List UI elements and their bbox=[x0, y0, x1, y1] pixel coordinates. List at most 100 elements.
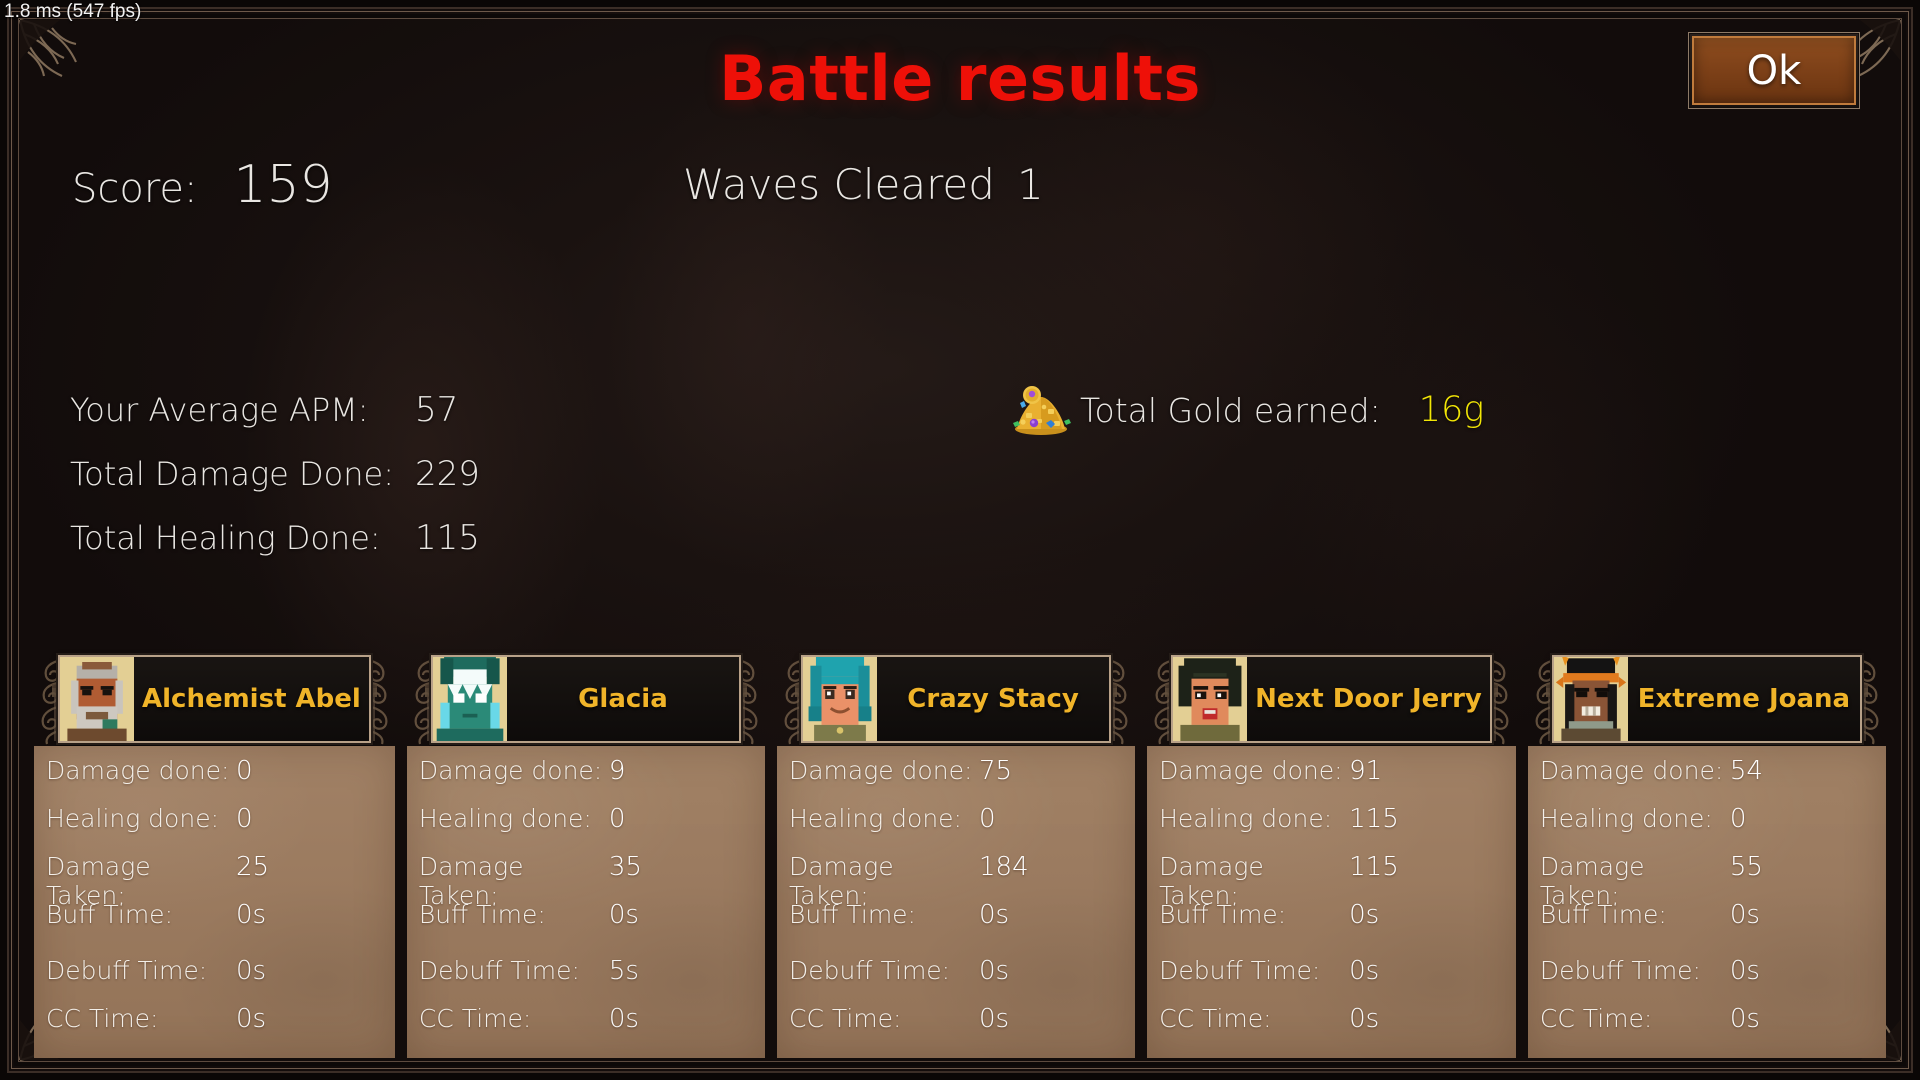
stat-row-debuff-time: Debuff Time: 0s bbox=[1528, 956, 1886, 1004]
card-stats-body: Damage done: 0 Healing done: 0 Damage Ta… bbox=[34, 746, 395, 1058]
stat-value-damage-taken: 115 bbox=[1349, 852, 1399, 882]
character-name: Alchemist Abel bbox=[142, 684, 361, 714]
stat-label-debuff-time: Debuff Time: bbox=[1159, 956, 1321, 985]
stat-row-cc-time: CC Time: 0s bbox=[407, 1004, 765, 1052]
stat-value-damage-done: 54 bbox=[1729, 756, 1763, 786]
stat-row-debuff-time: Debuff Time: 5s bbox=[407, 956, 765, 1004]
stat-row-damage-taken: Damage Taken: 184 bbox=[777, 852, 1135, 910]
stat-row-cc-time: CC Time: 0s bbox=[777, 1004, 1135, 1052]
stat-row-cc-time: CC Time: 0s bbox=[34, 1004, 395, 1052]
stat-value-healing-done: 0 bbox=[1729, 804, 1747, 834]
apm-value: 57 bbox=[415, 390, 459, 430]
stat-label-buff-time: Buff Time: bbox=[46, 900, 173, 929]
portrait-glacia bbox=[432, 657, 507, 741]
card-stats-body: Damage done: 54 Healing done: 0 Damage T… bbox=[1527, 746, 1887, 1058]
stat-value-damage-taken: 25 bbox=[236, 852, 270, 882]
apm-label: Your Average APM: bbox=[70, 391, 369, 429]
stat-value-damage-taken: 55 bbox=[1729, 852, 1763, 882]
character-name: Glacia bbox=[578, 684, 668, 714]
stat-value-healing-done: 115 bbox=[1349, 804, 1399, 834]
character-stat-card: Glacia Damage done: 9 Healing done: 0 Da… bbox=[406, 652, 766, 1058]
stat-label-healing-done: Healing done: bbox=[1159, 804, 1333, 833]
stat-row-cc-time: CC Time: 0s bbox=[1528, 1004, 1886, 1052]
summary-row: Total Damage Done: 229 bbox=[70, 454, 480, 494]
stat-label-damage-done: Damage done: bbox=[418, 756, 603, 785]
character-name: Crazy Stacy bbox=[907, 684, 1079, 714]
stat-value-cc-time: 0s bbox=[608, 1004, 639, 1034]
stat-row-damage-taken: Damage Taken: 115 bbox=[1147, 852, 1516, 910]
fps-counter: 1.8 ms (547 fps) bbox=[4, 1, 142, 22]
stat-value-debuff-time: 5s bbox=[608, 956, 639, 986]
stat-value-damage-done: 0 bbox=[236, 756, 253, 786]
portrait-next-door-jerry bbox=[1173, 657, 1248, 741]
stat-value-damage-done: 9 bbox=[608, 756, 626, 786]
stat-value-debuff-time: 0s bbox=[236, 956, 267, 986]
stat-value-healing-done: 0 bbox=[608, 804, 626, 834]
total-damage-label: Total Damage Done: bbox=[70, 455, 394, 493]
stat-label-buff-time: Buff Time: bbox=[1159, 900, 1287, 929]
card-stats-body: Damage done: 75 Healing done: 0 Damage T… bbox=[776, 746, 1136, 1058]
waves-cleared-label: Waves Cleared bbox=[683, 160, 995, 209]
stat-value-cc-time: 0s bbox=[236, 1004, 267, 1034]
card-header-plate[interactable]: Crazy Stacy bbox=[800, 655, 1112, 743]
stat-label-cc-time: CC Time: bbox=[1539, 1004, 1653, 1033]
summary-row: Your Average APM: 57 bbox=[70, 390, 480, 430]
stat-label-buff-time: Buff Time: bbox=[788, 900, 916, 929]
stat-row-debuff-time: Debuff Time: 0s bbox=[1147, 956, 1516, 1004]
stat-row-buff-time: Buff Time: 0s bbox=[777, 900, 1135, 948]
stat-label-cc-time: CC Time: bbox=[788, 1004, 902, 1033]
stat-row-damage-done: Damage done: 54 bbox=[1528, 756, 1886, 804]
stat-label-damage-done: Damage done: bbox=[788, 756, 973, 785]
stat-value-buff-time: 0s bbox=[1349, 900, 1380, 930]
stat-row-damage-done: Damage done: 0 bbox=[34, 756, 395, 804]
card-header-plate[interactable]: Extreme Joana bbox=[1551, 655, 1862, 743]
stat-label-buff-time: Buff Time: bbox=[418, 900, 546, 929]
stat-label-cc-time: CC Time: bbox=[1159, 1004, 1272, 1033]
card-stats-body: Damage done: 91 Healing done: 115 Damage… bbox=[1147, 746, 1516, 1058]
character-name: Extreme Joana bbox=[1637, 684, 1851, 714]
ok-button[interactable]: Ok bbox=[1688, 32, 1860, 109]
waves-cleared-value: 1 bbox=[1016, 160, 1044, 209]
page-title: Battle results bbox=[719, 42, 1201, 115]
stat-value-cc-time: 0s bbox=[1349, 1004, 1380, 1034]
portrait-crazy-stacy bbox=[802, 657, 877, 741]
stat-label-debuff-time: Debuff Time: bbox=[1539, 956, 1701, 985]
card-header-plate[interactable]: Next Door Jerry bbox=[1171, 655, 1492, 743]
stat-value-buff-time: 0s bbox=[1729, 900, 1760, 930]
stat-label-damage-done: Damage done: bbox=[1159, 756, 1343, 785]
score-value: 159 bbox=[233, 155, 333, 215]
portrait-alchemist-abel bbox=[60, 657, 134, 741]
stat-row-debuff-time: Debuff Time: 0s bbox=[777, 956, 1135, 1004]
summary-row: Total Healing Done: 115 bbox=[70, 518, 480, 558]
card-header: Next Door Jerry bbox=[1147, 652, 1516, 746]
total-gold-value: 16g bbox=[1418, 390, 1485, 430]
card-header: Extreme Joana bbox=[1528, 652, 1886, 746]
total-gold-row: Total Gold earned: 16g bbox=[1010, 385, 1484, 435]
stat-value-buff-time: 0s bbox=[608, 900, 639, 930]
stat-value-healing-done: 0 bbox=[978, 804, 996, 834]
total-healing-label: Total Healing Done: bbox=[70, 519, 381, 557]
stat-label-healing-done: Healing done: bbox=[46, 804, 219, 833]
character-name: Next Door Jerry bbox=[1255, 684, 1482, 714]
stat-row-buff-time: Buff Time: 0s bbox=[1147, 900, 1516, 948]
score-row: Score: 159 bbox=[72, 155, 333, 215]
stat-label-cc-time: CC Time: bbox=[46, 1004, 159, 1033]
stat-label-damage-done: Damage done: bbox=[46, 756, 230, 785]
stat-value-debuff-time: 0s bbox=[1349, 956, 1380, 986]
character-stat-card: Extreme Joana Damage done: 54 Healing do… bbox=[1527, 652, 1887, 1058]
stat-row-damage-done: Damage done: 91 bbox=[1147, 756, 1516, 804]
waves-cleared-row: Waves Cleared 1 bbox=[683, 160, 1044, 209]
stat-row-cc-time: CC Time: 0s bbox=[1147, 1004, 1516, 1052]
card-header-plate[interactable]: Glacia bbox=[430, 655, 741, 743]
stat-label-debuff-time: Debuff Time: bbox=[46, 956, 208, 985]
stat-label-damage-done: Damage done: bbox=[1539, 756, 1724, 785]
card-header: Crazy Stacy bbox=[777, 652, 1135, 746]
stat-row-healing-done: Healing done: 0 bbox=[777, 804, 1135, 852]
stat-label-debuff-time: Debuff Time: bbox=[788, 956, 951, 985]
card-header-plate[interactable]: Alchemist Abel bbox=[58, 655, 371, 743]
stat-label-healing-done: Healing done: bbox=[418, 804, 592, 833]
stat-row-buff-time: Buff Time: 0s bbox=[1528, 900, 1886, 948]
stat-label-healing-done: Healing done: bbox=[788, 804, 962, 833]
stat-row-healing-done: Healing done: 0 bbox=[1528, 804, 1886, 852]
card-header: Glacia bbox=[407, 652, 765, 746]
